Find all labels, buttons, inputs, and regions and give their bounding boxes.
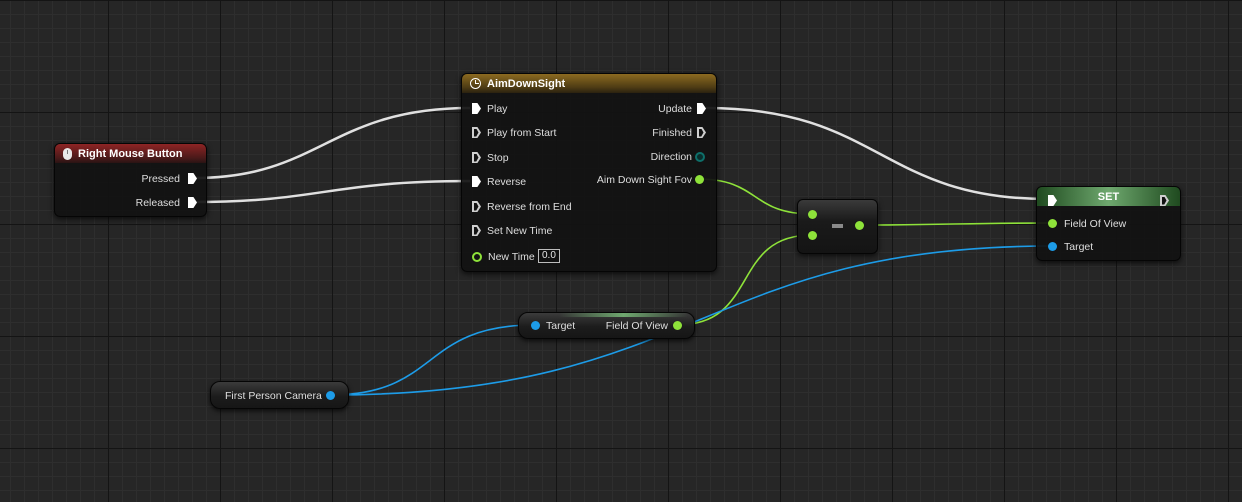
released-exec-pin[interactable] (188, 197, 197, 208)
update-exec-pin[interactable] (697, 103, 706, 114)
lerp-glyph-icon (832, 224, 843, 228)
mouse-icon (63, 147, 72, 160)
aim-down-sight-timeline-node[interactable]: AimDownSight Play Play from Start Stop R… (461, 73, 717, 272)
new-time-value-input[interactable]: 0.0 (538, 249, 560, 263)
set-target-pin[interactable] (1048, 242, 1057, 251)
right-mouse-button-header[interactable]: Right Mouse Button (55, 144, 206, 163)
right-mouse-button-title: Right Mouse Button (78, 147, 183, 160)
compact-lerp-node[interactable] (797, 199, 878, 254)
update-label: Update (658, 103, 692, 115)
set-node-header[interactable]: SET (1037, 187, 1180, 206)
set-target-label: Target (1064, 241, 1094, 253)
set-field-of-view-label: Field Of View (1064, 218, 1127, 230)
pressed-label: Pressed (141, 173, 180, 185)
reverse-from-end-label: Reverse from End (487, 201, 572, 213)
lerp-input-a-pin[interactable] (808, 210, 817, 219)
exec-wire-released-reverse (194, 179, 471, 204)
clock-icon (470, 78, 481, 89)
reverse-from-end-exec-pin[interactable] (472, 201, 481, 212)
object-wire-camera-target (329, 324, 535, 396)
direction-pin[interactable] (695, 152, 705, 162)
exec-wire-pressed-play (194, 106, 471, 180)
first-person-camera-node[interactable]: First Person Camera (210, 381, 349, 409)
stop-label: Stop (487, 152, 509, 164)
set-new-time-exec-pin[interactable] (472, 225, 481, 236)
first-person-camera-label: First Person Camera (225, 390, 322, 402)
right-mouse-button-node[interactable]: Right Mouse Button Pressed Released (54, 143, 207, 217)
play-from-start-exec-pin[interactable] (472, 127, 481, 138)
timeline-title: AimDownSight (487, 77, 566, 90)
get-field-of-view-node[interactable]: Target Field Of View (518, 312, 695, 339)
get-fov-output-pin[interactable] (673, 321, 682, 330)
aim-down-sight-fov-pin[interactable] (695, 175, 704, 184)
set-new-time-label: Set New Time (487, 225, 553, 237)
set-node-title: SET (1097, 190, 1120, 203)
reverse-exec-pin[interactable] (472, 176, 481, 187)
pressed-exec-pin[interactable] (188, 173, 197, 184)
get-fov-target-pin[interactable] (531, 321, 540, 330)
aim-down-sight-fov-label: Aim Down Sight Fov (596, 174, 692, 186)
new-time-float-pin[interactable] (472, 252, 482, 262)
released-label: Released (135, 197, 180, 209)
timeline-header[interactable]: AimDownSight (462, 74, 716, 93)
stop-exec-pin[interactable] (472, 152, 481, 163)
finished-label: Finished (652, 127, 692, 139)
play-from-start-label: Play from Start (487, 127, 557, 139)
play-label: Play (487, 103, 508, 115)
float-wire-lerp-set (859, 222, 1053, 226)
finished-exec-pin[interactable] (697, 127, 706, 138)
lerp-input-b-pin[interactable] (808, 231, 817, 240)
direction-label: Direction (650, 151, 692, 163)
get-fov-header-accent (559, 313, 688, 317)
play-exec-pin[interactable] (472, 103, 481, 114)
reverse-label: Reverse (487, 176, 527, 188)
set-field-of-view-pin[interactable] (1048, 219, 1057, 228)
get-fov-field-of-view-label: Field Of View (605, 320, 668, 332)
first-person-camera-output-pin[interactable] (326, 391, 335, 400)
get-fov-target-label: Target (546, 320, 576, 332)
new-time-label: New Time (488, 251, 535, 263)
set-field-of-view-node[interactable]: SET Field Of View Target (1036, 186, 1181, 261)
lerp-output-pin[interactable] (855, 221, 864, 230)
exec-wire-update-set (705, 106, 1049, 201)
